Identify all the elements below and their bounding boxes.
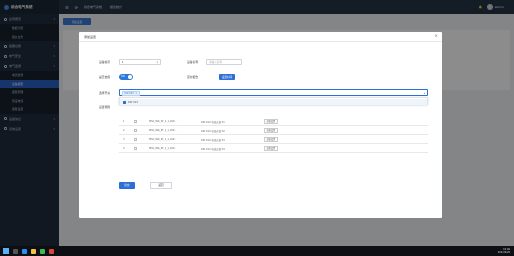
option-label: DW 01X bbox=[128, 100, 139, 104]
row-checkbox[interactable] bbox=[134, 138, 137, 141]
advanced-settings-button[interactable]: 高级设置 bbox=[264, 128, 278, 133]
enable-label: 是否启用 bbox=[99, 75, 111, 79]
checkbox-checked-icon[interactable] bbox=[123, 100, 126, 104]
selected-tag[interactable]: DW 01X × bbox=[122, 91, 140, 96]
row-checkbox[interactable] bbox=[134, 120, 137, 123]
row-checkbox[interactable] bbox=[134, 129, 137, 132]
submit-button[interactable]: 提交 bbox=[119, 182, 135, 189]
row-name: DW 01X 电流过载 04 bbox=[201, 148, 225, 151]
table-row: 4 MSC_INK_KT_1_1_DW... DW 01X 电流过载 04 高级设置 bbox=[119, 144, 428, 153]
add-setting-dialog: 添加设置 × 设备编号 1 ▾ 设备名称 请输入名称 是否启用 ON 定时报告 … bbox=[79, 32, 442, 218]
row-number: 4 bbox=[123, 147, 125, 150]
device-name-input[interactable]: 请输入名称 bbox=[206, 59, 242, 65]
set-time-button[interactable]: 设置时间 bbox=[219, 73, 235, 80]
select-switch-label: 选择开关 bbox=[99, 90, 111, 95]
toggle-text: ON bbox=[121, 75, 125, 79]
row-number: 1 bbox=[123, 120, 125, 123]
row-name: DW 01X 电流过载 01 bbox=[201, 121, 225, 124]
cancel-button[interactable]: 返回 bbox=[150, 182, 172, 189]
time-report-label: 定时报告 bbox=[187, 75, 199, 79]
windows-start-icon[interactable] bbox=[3, 248, 9, 254]
app-icon[interactable] bbox=[40, 248, 45, 254]
search-icon[interactable] bbox=[13, 248, 18, 254]
clock-date: 2021/9/26 bbox=[497, 250, 510, 254]
row-number: 2 bbox=[123, 129, 125, 132]
rule-label: 设置规则 bbox=[99, 105, 111, 109]
rule-table: 1 MSC_INK_KT_1_1_DW... DW 01X 电流过载 01 高级设置 2… bbox=[119, 117, 428, 153]
row-checkbox[interactable] bbox=[134, 147, 137, 150]
row-code: MSC_INK_KT_1_1_DW... bbox=[149, 147, 177, 150]
table-row: 2 MSC_INK_KT_1_1_DW... DW 01X 电流过载 02 高级设置 bbox=[119, 126, 428, 135]
enable-toggle[interactable]: ON bbox=[119, 74, 133, 80]
switch-dropdown: DW 01X bbox=[119, 97, 428, 105]
advanced-settings-button[interactable]: 高级设置 bbox=[264, 137, 278, 142]
device-no-select[interactable]: 1 ▾ bbox=[119, 59, 161, 65]
browser-icon[interactable] bbox=[22, 248, 27, 254]
device-no-label: 设备编号 bbox=[99, 60, 111, 64]
device-no-value: 1 bbox=[122, 60, 124, 64]
table-row: 3 MSC_INK_KT_1_1_DW... DW 01X 电流过载 03 高级设置 bbox=[119, 135, 428, 144]
row-code: MSC_INK_KT_1_1_DW... bbox=[149, 120, 177, 123]
advanced-settings-button[interactable]: 高级设置 bbox=[264, 146, 278, 151]
tag-text: DW 01X bbox=[124, 91, 134, 95]
table-row: 1 MSC_INK_KT_1_1_DW... DW 01X 电流过载 01 高级设置 bbox=[119, 117, 428, 126]
toggle-knob bbox=[128, 74, 133, 79]
row-code: MSC_INK_KT_1_1_DW... bbox=[149, 138, 177, 141]
chrome-icon[interactable] bbox=[49, 248, 54, 254]
row-name: DW 01X 电流过载 03 bbox=[201, 139, 225, 142]
switch-multiselect[interactable]: DW 01X × ▴ bbox=[119, 89, 428, 96]
row-number: 3 bbox=[123, 138, 125, 141]
device-name-placeholder: 请输入名称 bbox=[209, 61, 222, 64]
chevron-down-icon: ▾ bbox=[156, 60, 158, 64]
tag-close-icon[interactable]: × bbox=[135, 92, 137, 95]
row-code: MSC_INK_KT_1_1_DW... bbox=[149, 129, 177, 132]
dialog-title: 添加设置 bbox=[79, 32, 442, 42]
taskbar: 10:46 2021/9/26 bbox=[0, 246, 514, 256]
advanced-settings-button[interactable]: 高级设置 bbox=[264, 119, 278, 124]
folder-icon[interactable] bbox=[31, 248, 36, 254]
row-name: DW 01X 电流过载 02 bbox=[201, 130, 225, 133]
close-icon[interactable]: × bbox=[434, 34, 438, 39]
system-clock[interactable]: 10:46 2021/9/26 bbox=[498, 248, 510, 255]
chevron-up-icon: ▴ bbox=[423, 91, 425, 95]
device-name-label: 设备名称 bbox=[187, 60, 199, 64]
dropdown-option[interactable]: DW 01X bbox=[120, 99, 427, 105]
